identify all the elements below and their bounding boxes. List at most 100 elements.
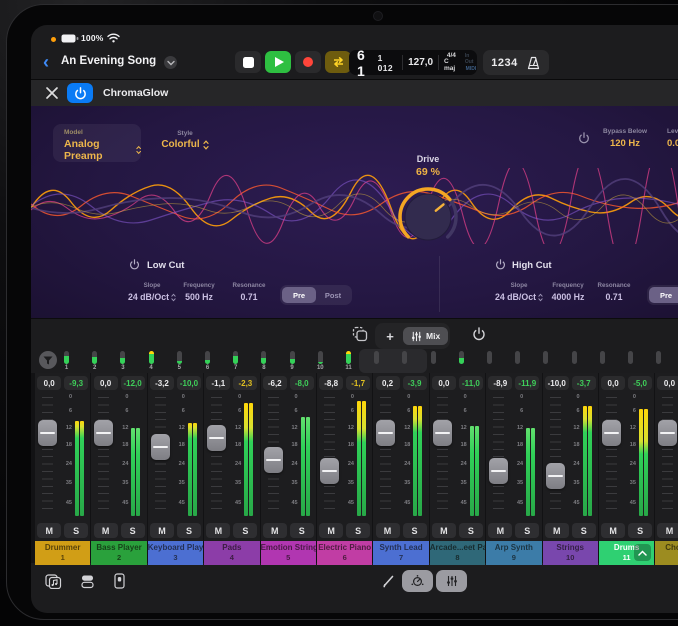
track-name-tile[interactable]: Drums11 [599, 541, 654, 565]
peak-db-value[interactable]: -3,9 [403, 376, 427, 390]
knob-view-button[interactable] [402, 570, 433, 592]
fader-db-value[interactable]: -8,9 [488, 376, 512, 390]
fader-cap[interactable] [151, 434, 170, 460]
solo-button[interactable]: S [346, 523, 370, 538]
track-name-tile[interactable]: Bass Player2 [91, 541, 146, 565]
track-name-tile[interactable]: Arcade...eet Pad8 [430, 541, 485, 565]
song-title[interactable]: An Evening Song [61, 55, 156, 67]
fader-cap[interactable] [38, 420, 57, 446]
level-control[interactable]: Level 0.0 [667, 128, 678, 149]
plugin-power-button[interactable] [67, 83, 93, 103]
record-button[interactable] [295, 51, 321, 73]
fader-db-value[interactable]: 0,0 [37, 376, 61, 390]
track-name-tile[interactable]: Strings10 [543, 541, 598, 565]
loop-browser-button[interactable] [43, 571, 63, 591]
track-name-tile[interactable]: Drummer1 [35, 541, 90, 565]
fader-cap[interactable] [320, 458, 339, 484]
metronome-icon[interactable] [526, 56, 541, 70]
pre-button[interactable]: Pre [649, 287, 678, 303]
high-cut-resonance-control[interactable]: Resonance 0.71 [579, 282, 649, 302]
peak-db-value[interactable]: -10,0 [177, 376, 201, 390]
peak-db-value[interactable]: -8,0 [290, 376, 314, 390]
style-select[interactable]: Style Colorful [153, 130, 217, 150]
mix-toggle-button[interactable]: Mix [403, 327, 448, 345]
low-cut-resonance-control[interactable]: Resonance 0.71 [214, 282, 284, 302]
solo-button[interactable]: S [572, 523, 596, 538]
mixer-power-button[interactable] [467, 324, 491, 344]
stop-button[interactable] [235, 51, 261, 73]
mute-button[interactable]: M [601, 523, 625, 538]
fader-db-value[interactable]: 0,0 [94, 376, 118, 390]
track-name-tile[interactable]: Keyboard Player3 [148, 541, 203, 565]
solo-button[interactable]: S [403, 523, 427, 538]
fader-db-value[interactable]: 0,0 [432, 376, 456, 390]
mute-button[interactable]: M [150, 523, 174, 538]
mute-button[interactable]: M [94, 523, 118, 538]
peak-db-value[interactable]: -9,3 [64, 376, 88, 390]
solo-button[interactable]: S [64, 523, 88, 538]
sliders-view-button[interactable] [436, 570, 467, 592]
cycle-button[interactable] [325, 51, 351, 73]
fader-db-value[interactable]: -3,2 [150, 376, 174, 390]
solo-button[interactable]: S [290, 523, 314, 538]
play-button[interactable] [265, 51, 291, 73]
fader-cap[interactable] [489, 458, 508, 484]
peak-db-value[interactable]: -1,7 [346, 376, 370, 390]
browser-button[interactable] [77, 571, 97, 591]
drive-knob[interactable] [393, 182, 463, 252]
mute-button[interactable]: M [376, 523, 400, 538]
solo-button[interactable]: S [121, 523, 145, 538]
fader-cap[interactable] [264, 447, 283, 473]
fader-view-button[interactable] [109, 571, 129, 591]
fader-db-value[interactable]: -6,2 [263, 376, 287, 390]
mute-button[interactable]: M [657, 523, 678, 538]
bypass-power-icon[interactable] [578, 132, 590, 144]
mute-button[interactable]: M [263, 523, 287, 538]
track-name-tile[interactable]: Synth Lead7 [373, 541, 428, 565]
solo-button[interactable]: S [459, 523, 483, 538]
collapse-chevron-button[interactable] [634, 544, 651, 561]
lcd-display[interactable]: 6 1 1 012 127,0 4/4 C maj In Out MIDI [349, 50, 477, 75]
mute-button[interactable]: M [37, 523, 61, 538]
track-name-tile[interactable]: Emotion Strings5 [261, 541, 316, 565]
mute-button[interactable]: M [206, 523, 230, 538]
track-name-tile[interactable]: Pads4 [204, 541, 259, 565]
peak-db-value[interactable]: -12,0 [121, 376, 145, 390]
pre-button[interactable]: Pre [282, 287, 316, 303]
solo-button[interactable]: S [628, 523, 652, 538]
fader-cap[interactable] [207, 425, 226, 451]
mute-button[interactable]: M [545, 523, 569, 538]
solo-button[interactable]: S [177, 523, 201, 538]
fader-cap[interactable] [376, 420, 395, 446]
track-name-tile[interactable]: Arp Synth9 [486, 541, 541, 565]
fader-cap[interactable] [94, 420, 113, 446]
song-menu-button[interactable] [164, 56, 177, 69]
back-button[interactable]: ‹ [43, 51, 57, 73]
bypass-below-control[interactable]: Bypass Below 120 Hz [593, 128, 657, 149]
peak-db-value[interactable]: -2,3 [233, 376, 257, 390]
fader-cap[interactable] [658, 420, 677, 446]
track-name-tile[interactable]: Electric Piano6 [317, 541, 372, 565]
fader-db-value[interactable]: 0,0 [601, 376, 625, 390]
fader-cap[interactable] [602, 420, 621, 446]
fader-db-value[interactable]: -1,1 [206, 376, 230, 390]
mute-button[interactable]: M [319, 523, 343, 538]
duplicate-button[interactable] [349, 324, 371, 344]
fader-db-value[interactable]: -10,0 [545, 376, 569, 390]
fader-db-value[interactable]: 0,2 [376, 376, 400, 390]
low-cut-power-icon[interactable] [129, 259, 140, 270]
solo-button[interactable]: S [515, 523, 539, 538]
track-name-tile[interactable]: Chorus V12 [655, 541, 678, 565]
fader-cap[interactable] [433, 420, 452, 446]
fader-db-value[interactable]: 0,0 [657, 376, 678, 390]
peak-db-value[interactable]: -5,0 [628, 376, 652, 390]
fader-db-value[interactable]: -8,8 [319, 376, 343, 390]
high-cut-power-icon[interactable] [495, 259, 506, 270]
count-in-button[interactable]: 1234 [491, 57, 517, 69]
fader-cap[interactable] [546, 463, 565, 489]
post-button[interactable]: Post [316, 287, 350, 303]
peak-db-value[interactable]: -11,0 [459, 376, 483, 390]
add-track-button[interactable]: + [377, 327, 403, 345]
model-select[interactable]: Model Analog Preamp [53, 124, 141, 162]
edit-pencil-button[interactable] [379, 571, 399, 591]
